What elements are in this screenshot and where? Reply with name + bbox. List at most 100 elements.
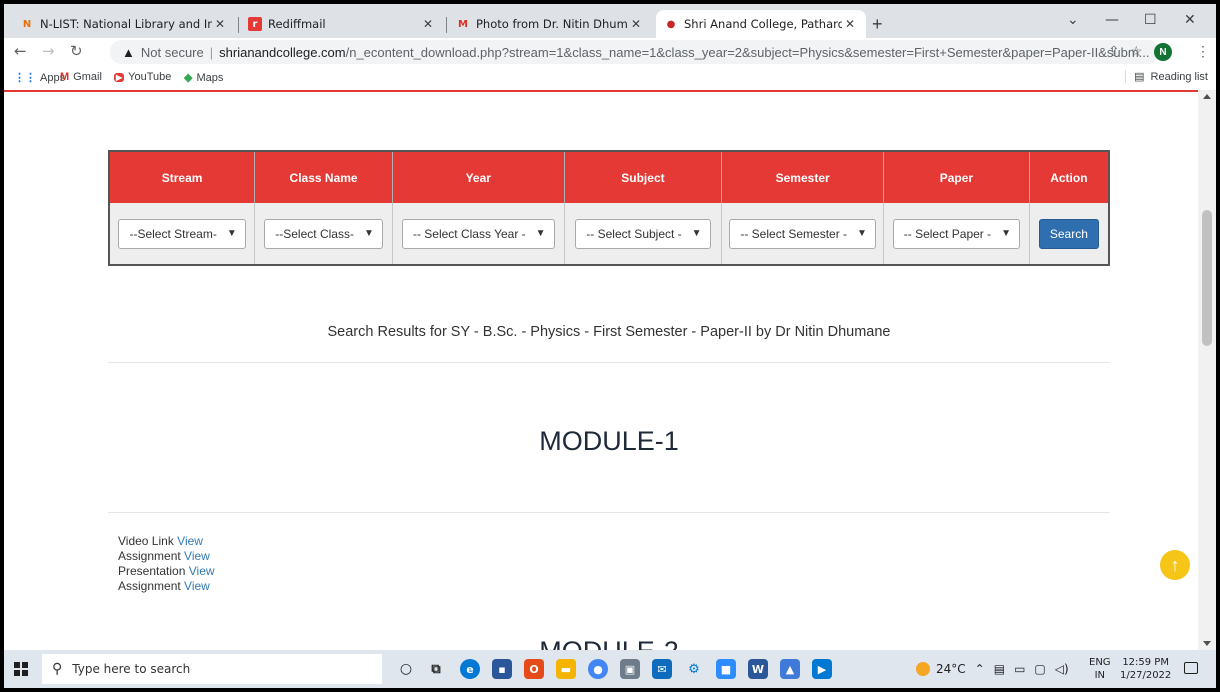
menu-dots-icon[interactable]: ⋮: [1196, 43, 1210, 60]
chevron-down-icon: ▼: [1001, 228, 1012, 239]
language-indicator[interactable]: ENG IN: [1089, 656, 1111, 682]
word-icon[interactable]: W: [748, 659, 768, 679]
share-icon[interactable]: ⇪: [1108, 43, 1120, 60]
maps-icon: ◆: [184, 72, 193, 84]
semester-select[interactable]: -- Select Semester - ▼: [729, 218, 876, 249]
paper-select[interactable]: -- Select Paper - ▼: [892, 218, 1021, 249]
reading-list[interactable]: ▤ Reading list: [1125, 70, 1208, 83]
subject-select[interactable]: -- Select Subject - ▼: [575, 218, 711, 249]
close-tab-icon[interactable]: ✕: [420, 17, 436, 31]
temperature[interactable]: 24°C: [936, 662, 966, 676]
maximize-icon[interactable]: ☐: [1144, 12, 1157, 28]
assignment-view-link-2[interactable]: View: [184, 579, 210, 593]
tab-strip: N N-LIST: National Library and Info ✕ r …: [4, 4, 1216, 38]
settings-icon[interactable]: ⚙: [684, 659, 704, 679]
page-scrollbar[interactable]: [1198, 90, 1216, 650]
close-tab-icon[interactable]: ✕: [628, 17, 644, 31]
bookmark-apps[interactable]: ⋮⋮ Apps: [14, 71, 65, 85]
chevron-down-icon: ▼: [857, 228, 867, 239]
browser-window: N N-LIST: National Library and Info ✕ r …: [4, 4, 1216, 688]
apps-grid-icon: ⋮⋮: [14, 72, 36, 84]
windows-start-icon[interactable]: [14, 662, 28, 676]
office-icon[interactable]: O: [524, 659, 544, 679]
scroll-down-icon[interactable]: [1203, 641, 1211, 646]
profile-avatar[interactable]: N: [1154, 43, 1172, 61]
network-icon[interactable]: ▤: [994, 662, 1005, 676]
new-tab-icon[interactable]: +: [872, 14, 883, 35]
tab-rediffmail[interactable]: r Rediffmail ✕: [240, 10, 444, 38]
bookmark-gmail[interactable]: M Gmail: [60, 71, 102, 83]
presentation-view-link[interactable]: View: [189, 564, 215, 578]
chevron-down-icon: ▼: [691, 228, 702, 239]
url-host: shrianandcollege.com: [219, 44, 346, 60]
tab-title: Shri Anand College, Pathardi | Or: [684, 17, 842, 31]
module-1-title: MODULE-1: [539, 426, 679, 456]
header-stream: Stream: [109, 151, 256, 203]
tab-shri-anand-college[interactable]: ● Shri Anand College, Pathardi | Or ✕: [656, 10, 866, 38]
assignment-view-link[interactable]: View: [184, 549, 210, 563]
battery-icon[interactable]: ▭: [1014, 662, 1025, 676]
system-tray: 24°C ⌃ ▤ ▭ ▢ ◁): [916, 650, 1069, 688]
forward-icon[interactable]: →: [42, 42, 55, 60]
chevron-up-icon[interactable]: ⌃: [975, 662, 985, 676]
results-heading: Search Results for SY - B.Sc. - Physics …: [327, 324, 891, 340]
bookmarks-bar: ⋮⋮ Apps M Gmail ▶ YouTube ◆ Maps ▤ Readi…: [4, 66, 1216, 90]
bookmark-maps[interactable]: ◆ Maps: [184, 71, 223, 85]
header-year: Year: [392, 151, 565, 203]
divider: [108, 362, 1110, 363]
close-window-icon[interactable]: ✕: [1184, 12, 1196, 28]
edge-icon[interactable]: e: [460, 659, 480, 679]
store-icon[interactable]: ▪: [492, 659, 512, 679]
class-year-select[interactable]: -- Select Class Year - ▼: [401, 218, 555, 249]
task-view-icon[interactable]: ⧉: [426, 659, 446, 679]
search-button[interactable]: Search: [1038, 218, 1099, 249]
reading-list-icon: ▤: [1134, 71, 1145, 83]
tab-nlist[interactable]: N N-LIST: National Library and Info ✕: [12, 10, 236, 38]
college-icon: ●: [666, 18, 676, 30]
notifications-icon[interactable]: [1184, 662, 1198, 674]
display-icon[interactable]: ▢: [1034, 662, 1045, 676]
chrome-icon[interactable]: ●: [588, 659, 608, 679]
scroll-to-top-icon[interactable]: ↑: [1160, 550, 1190, 580]
taskbar-search-input[interactable]: ⚲ Type here to search: [42, 654, 382, 684]
taskbar: ⚲ Type here to search ○ ⧉ e ▪ O ▬ ● ▣ ✉ …: [4, 650, 1216, 688]
weather-icon: [916, 662, 930, 676]
bookmark-youtube[interactable]: ▶ YouTube: [114, 71, 171, 83]
volume-icon[interactable]: ◁): [1055, 662, 1069, 676]
tab-gmail-photo[interactable]: M Photo from Dr. Nitin Dhumane - ✕: [448, 10, 652, 38]
scrollbar-thumb[interactable]: [1202, 210, 1212, 346]
file-explorer-icon[interactable]: ▬: [556, 659, 576, 679]
media-player-icon[interactable]: ▶: [812, 659, 832, 679]
header-class-name: Class Name: [254, 151, 393, 203]
list-item: Video Link View: [118, 534, 203, 548]
chevron-down-icon: ▼: [226, 228, 237, 239]
chevron-down-icon: ▼: [363, 228, 374, 239]
minimize-icon[interactable]: —: [1105, 12, 1119, 28]
bookmark-star-icon[interactable]: ☆: [1130, 43, 1143, 60]
module-links: Video Link View Assignment View Presenta…: [118, 534, 215, 594]
back-icon[interactable]: ←: [14, 42, 27, 60]
gmail-icon: M: [60, 71, 70, 83]
tab-search-chevron-icon[interactable]: ⌄: [1067, 12, 1079, 28]
list-item: Assignment View: [118, 579, 210, 593]
zoom-icon[interactable]: ■: [716, 659, 736, 679]
video-link-view[interactable]: View: [177, 534, 203, 548]
stream-select[interactable]: --Select Stream- ▼: [118, 218, 246, 249]
tab-title: Photo from Dr. Nitin Dhumane -: [476, 17, 628, 31]
app-icon[interactable]: ▣: [620, 659, 640, 679]
url-path: /n_econtent_download.php?stream=1&class_…: [345, 44, 1150, 60]
cortana-icon[interactable]: ○: [396, 659, 416, 679]
scroll-up-icon[interactable]: [1203, 94, 1211, 99]
security-label: Not secure: [140, 44, 204, 60]
photos-icon[interactable]: ▲: [780, 659, 800, 679]
reload-icon[interactable]: ↻: [70, 42, 83, 60]
close-tab-icon[interactable]: ✕: [842, 17, 858, 31]
youtube-icon: ▶: [114, 72, 125, 82]
address-bar[interactable]: ▲ Not secure | shrianandcollege.com /n_e…: [110, 40, 1160, 64]
warning-icon: ▲: [122, 44, 135, 60]
close-tab-icon[interactable]: ✕: [212, 17, 228, 31]
search-form-table: Stream Class Name Year Subject Semester …: [108, 150, 1110, 266]
class-select[interactable]: --Select Class- ▼: [264, 218, 383, 249]
clock[interactable]: 12:59 PM 1/27/2022: [1120, 656, 1171, 682]
mail-icon[interactable]: ✉: [652, 659, 672, 679]
